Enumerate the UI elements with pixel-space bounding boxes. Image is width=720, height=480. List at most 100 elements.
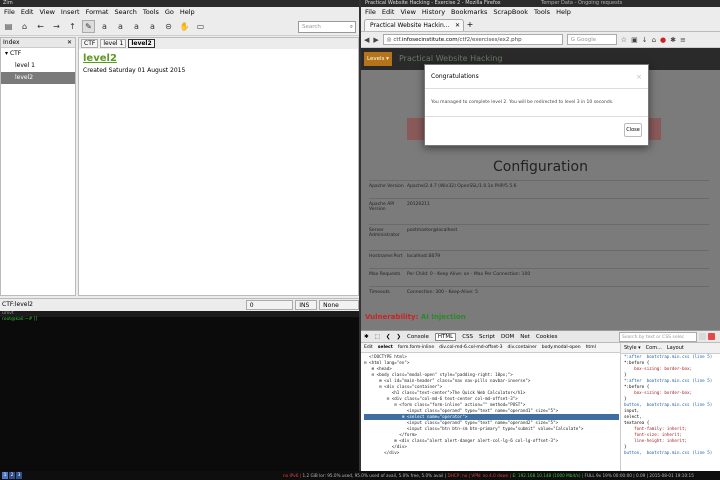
tree-item-level2[interactable]: level2 bbox=[1, 72, 75, 84]
html-node[interactable]: </div> bbox=[364, 450, 619, 456]
notebook-icon[interactable]: ▤ bbox=[2, 20, 15, 33]
menu-edit[interactable]: Edit bbox=[382, 7, 395, 17]
home-icon[interactable]: ⌂ bbox=[652, 36, 656, 44]
menu-history[interactable]: History bbox=[422, 7, 445, 17]
back-icon[interactable]: ❮ bbox=[386, 334, 391, 340]
chevron-down-icon[interactable]: ▾ bbox=[5, 50, 8, 57]
minimize-icon[interactable] bbox=[699, 333, 706, 340]
bold-icon[interactable]: a bbox=[98, 20, 111, 33]
path-button[interactable]: CTF bbox=[81, 39, 99, 48]
tab-css[interactable]: CSS bbox=[462, 334, 473, 340]
menu-view[interactable]: View bbox=[39, 7, 54, 17]
tab-cookies[interactable]: Cookies bbox=[536, 334, 558, 340]
statusbar: CTF:level2 0 Backlinks... INS None bbox=[0, 298, 359, 310]
menu-file[interactable]: File bbox=[365, 7, 376, 17]
levels-dropdown[interactable]: Levels ▾ bbox=[364, 52, 392, 66]
backlinks-button[interactable]: 0 Backlinks... bbox=[245, 299, 294, 310]
workspace-button[interactable]: 3 bbox=[16, 472, 22, 479]
tree-item-ctf[interactable]: ▾ CTF bbox=[1, 48, 75, 60]
edit-button[interactable]: Edit bbox=[364, 343, 373, 352]
tab-html[interactable]: HTML bbox=[434, 332, 457, 341]
config-row: Timeouts Connection: 300 - Keep-Alive: 5 bbox=[369, 286, 709, 304]
crumb[interactable]: html bbox=[586, 343, 596, 352]
bookmark-star-icon[interactable]: ☆ bbox=[621, 36, 627, 44]
menu-view[interactable]: View bbox=[400, 7, 415, 17]
crumb[interactable]: form.form-inline bbox=[398, 343, 434, 352]
menu-icon[interactable]: ≡ bbox=[680, 36, 686, 44]
menu-tools[interactable]: Tools bbox=[143, 7, 159, 17]
back-icon[interactable]: ◀ bbox=[364, 36, 369, 44]
status-page: CTF:level2 bbox=[2, 301, 33, 308]
menu-bookmarks[interactable]: Bookmarks bbox=[451, 7, 487, 17]
terminal-window[interactable]: urxvt root@kali:~# [] bbox=[0, 311, 359, 471]
tab-dom[interactable]: DOM bbox=[501, 334, 514, 340]
addon-icon[interactable]: ● bbox=[660, 36, 666, 44]
page-heading[interactable]: level2 bbox=[83, 53, 358, 64]
highlight-icon[interactable]: a bbox=[130, 20, 143, 33]
search-input[interactable]: Search ⌕ bbox=[298, 20, 356, 33]
workspace-button[interactable]: 2 bbox=[9, 472, 15, 479]
parent-icon[interactable]: ↑ bbox=[66, 20, 79, 33]
workspace-button[interactable]: 1 bbox=[2, 472, 8, 479]
menu-help[interactable]: Help bbox=[556, 7, 571, 17]
url-bar[interactable]: ◎ ctf.infosecinstitute.com/ctf2/exercise… bbox=[382, 34, 563, 45]
menu-format[interactable]: Format bbox=[86, 7, 109, 17]
download-icon[interactable]: ↓ bbox=[642, 36, 648, 44]
tab-net[interactable]: Net bbox=[520, 334, 530, 340]
back-icon[interactable]: ← bbox=[34, 20, 47, 33]
menu-search[interactable]: Search bbox=[114, 7, 136, 17]
tab-script[interactable]: Script bbox=[479, 334, 495, 340]
close-icon[interactable]: ✕ bbox=[455, 20, 460, 31]
crumb[interactable]: body.modal-open bbox=[542, 343, 581, 352]
close-icon[interactable]: ✕ bbox=[67, 38, 72, 48]
forward-icon[interactable]: → bbox=[50, 20, 63, 33]
terminal-prompt[interactable]: root@kali:~# [] bbox=[0, 317, 359, 323]
tab-computed[interactable]: Com... bbox=[646, 343, 662, 353]
pane-icon[interactable]: ▭ bbox=[194, 20, 207, 33]
reading-list-icon[interactable]: ▣ bbox=[631, 36, 638, 44]
menu-help[interactable]: Help bbox=[180, 7, 195, 17]
path-button-current[interactable]: level2 bbox=[128, 39, 155, 48]
config-row: Server Administrator postmaster@localhost bbox=[369, 224, 709, 250]
crumb[interactable]: div.container bbox=[508, 343, 537, 352]
strike-icon[interactable]: a bbox=[146, 20, 159, 33]
menu-scrapbook[interactable]: ScrapBook bbox=[493, 7, 528, 17]
config-row: Apache Version Apache/2.4.7 (Win32) OpenS… bbox=[369, 180, 709, 198]
web-search-input[interactable]: G Google bbox=[566, 34, 617, 45]
forward-icon[interactable]: ❯ bbox=[396, 334, 401, 340]
home-icon[interactable]: ⌂ bbox=[18, 20, 31, 33]
config-row: Max Requests Per Child: 0 - Keep Alive: o… bbox=[369, 268, 709, 286]
close-button[interactable]: Close bbox=[624, 123, 642, 137]
search-icon[interactable]: ⌕ bbox=[350, 22, 353, 33]
menu-file[interactable]: File bbox=[4, 7, 15, 17]
menu-go[interactable]: Go bbox=[165, 7, 174, 17]
crumb[interactable]: div.col-md-6.col-md-offset-3 bbox=[439, 343, 502, 352]
tab-layout[interactable]: Layout bbox=[667, 343, 684, 353]
tab-style[interactable]: Style ▾ bbox=[624, 343, 641, 353]
close-icon[interactable] bbox=[708, 333, 715, 340]
firebug-icon[interactable]: ✱ bbox=[364, 334, 369, 340]
menu-insert[interactable]: Insert bbox=[61, 7, 80, 17]
firebug-search-input[interactable]: Search by text or CSS selec bbox=[619, 332, 697, 342]
google-icon: G bbox=[570, 37, 576, 43]
tab-console[interactable]: Console bbox=[407, 334, 429, 340]
attach-icon[interactable]: ✋ bbox=[178, 20, 191, 33]
path-button[interactable]: level 1 bbox=[100, 39, 127, 48]
tree-item-level1[interactable]: level 1 bbox=[1, 60, 75, 72]
link-icon[interactable]: ⊝ bbox=[162, 20, 175, 33]
italic-icon[interactable]: a bbox=[114, 20, 127, 33]
style-combo[interactable]: None bbox=[319, 299, 359, 310]
firebug-icon[interactable]: ✱ bbox=[670, 36, 676, 44]
index-header: Index ✕ bbox=[1, 38, 75, 48]
crumb[interactable]: select bbox=[378, 343, 393, 352]
css-rule-line[interactable]: button, bootstrap.min.css (line 5) bbox=[624, 450, 720, 456]
edit-icon[interactable]: ✎ bbox=[82, 20, 95, 33]
inspect-icon[interactable]: ⬚ bbox=[375, 334, 380, 340]
new-tab-icon[interactable]: + bbox=[464, 20, 476, 31]
menu-tools[interactable]: Tools bbox=[534, 7, 550, 17]
menu-edit[interactable]: Edit bbox=[21, 7, 34, 17]
forward-icon[interactable]: ▶ bbox=[373, 36, 378, 44]
close-icon[interactable]: × bbox=[636, 65, 642, 89]
page-created[interactable]: Created Saturday 01 August 2015 bbox=[83, 67, 358, 74]
tab-practical-website-hacking[interactable]: Practical Website Hackin... ✕ bbox=[364, 19, 464, 31]
